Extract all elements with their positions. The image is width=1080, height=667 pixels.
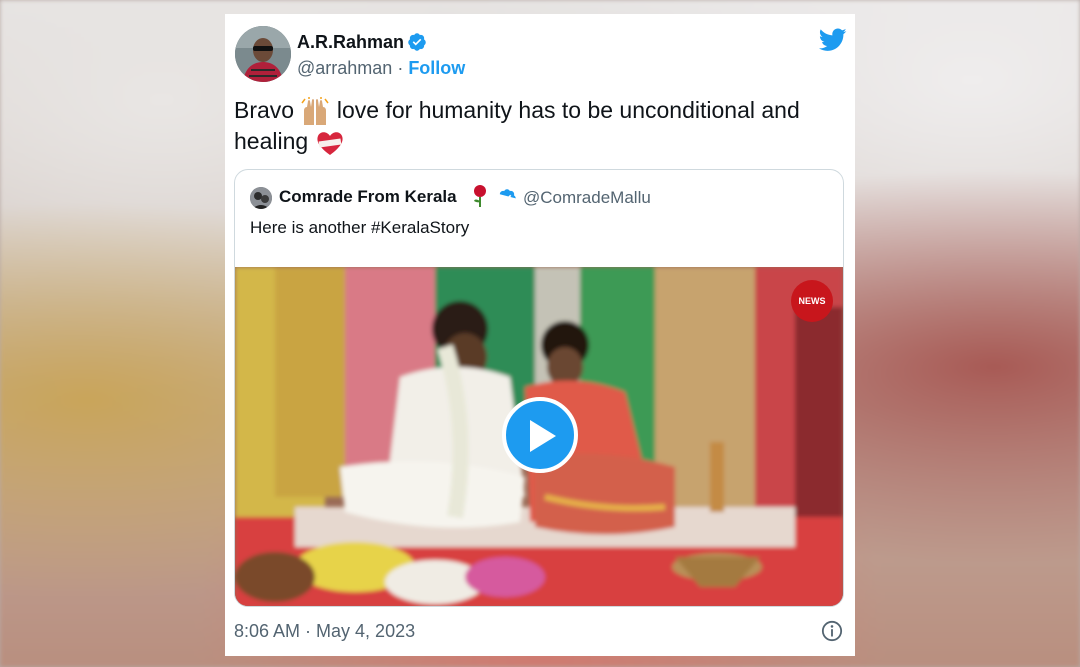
tweet-text-part1: Bravo <box>234 97 301 123</box>
twitter-bird-icon[interactable] <box>819 28 847 52</box>
author-name[interactable]: A.R.Rahman <box>297 32 404 53</box>
quoted-author-name[interactable]: Comrade From Kerala <box>279 187 457 207</box>
verified-badge-icon <box>408 33 426 51</box>
tweet-card[interactable]: A.R.Rahman @arrahman · Follow Bravo love… <box>225 14 855 656</box>
author-handle[interactable]: @arrahman <box>297 58 392 78</box>
play-icon <box>530 420 556 452</box>
quoted-tweet-text: Here is another #KeralaStory <box>250 218 470 237</box>
play-button[interactable] <box>502 397 578 473</box>
separator: · <box>392 58 409 78</box>
rose-emoji-icon <box>474 185 486 207</box>
follow-button[interactable]: Follow <box>408 58 465 78</box>
tweet-timestamp[interactable]: 8:06 AM · May 4, 2023 <box>234 621 415 642</box>
author-handle-row: @arrahman · Follow <box>297 58 465 79</box>
raising-hands-emoji <box>301 96 330 125</box>
video-player[interactable]: NEWS <box>235 267 843 606</box>
verified-badge-icon <box>499 189 516 202</box>
mending-heart-emoji <box>317 132 343 155</box>
quoted-avatar[interactable] <box>250 187 272 209</box>
quoted-author-handle[interactable]: @ComradeMallu <box>523 188 651 208</box>
author-avatar[interactable] <box>235 26 291 82</box>
info-icon[interactable] <box>821 620 843 642</box>
quoted-tweet[interactable]: Comrade From Kerala @ComradeMallu Here i… <box>234 169 844 607</box>
tweet-text: Bravo love for humanity has to be uncond… <box>234 96 834 158</box>
news-badge: NEWS <box>791 280 833 322</box>
